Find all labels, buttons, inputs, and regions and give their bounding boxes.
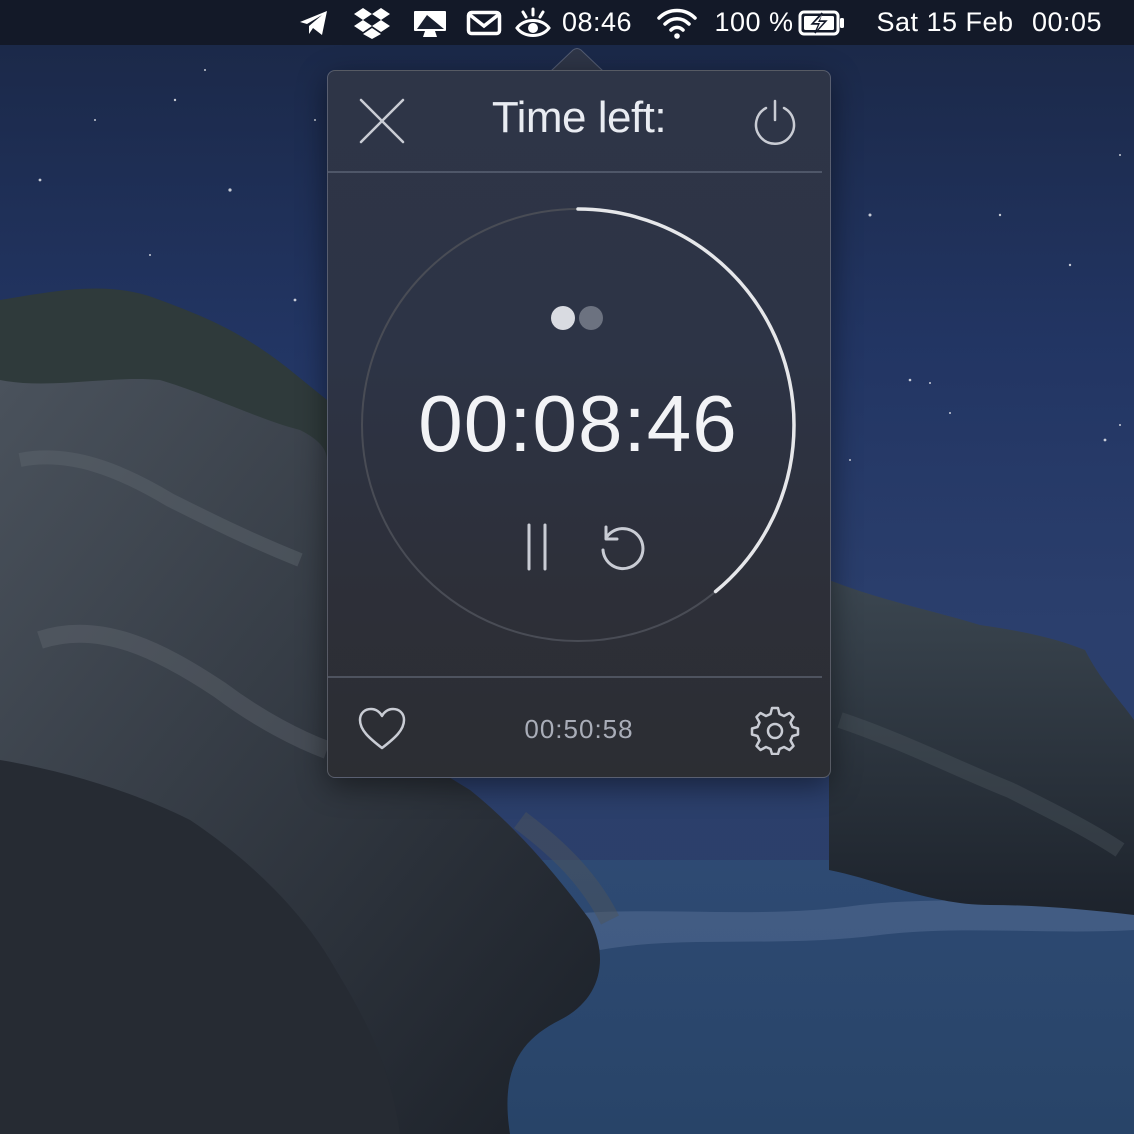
reset-icon [601, 525, 645, 571]
close-icon [359, 98, 405, 144]
mail-icon[interactable] [462, 0, 506, 45]
battery-charging-icon[interactable] [796, 0, 848, 45]
popover-header: Time left: [328, 71, 830, 171]
timer-popover: Time left: 00:08:46 00:50:58 [327, 70, 831, 778]
wifi-icon[interactable] [652, 0, 702, 45]
menubar-timer-readout[interactable]: 08:46 [556, 0, 638, 45]
dropbox-icon[interactable] [350, 0, 394, 45]
menu-bar: 08:46 100 % Sat 15 Feb 00:05 [0, 0, 1134, 45]
battery-percent: 100 % [714, 7, 794, 37]
countdown-display: 00:08:46 [418, 379, 738, 468]
eye-icon[interactable] [512, 0, 554, 45]
menubar-date[interactable]: Sat 15 Feb [870, 0, 1020, 45]
session-dot-inactive [579, 306, 603, 330]
telegram-icon[interactable] [294, 0, 334, 45]
settings-button[interactable] [746, 701, 804, 759]
favorite-button[interactable] [354, 701, 410, 757]
session-indicator [550, 305, 610, 333]
gear-icon [750, 706, 800, 755]
reset-button[interactable] [590, 517, 652, 579]
pause-button[interactable] [506, 517, 566, 577]
power-icon [754, 99, 796, 145]
desktop: 08:46 100 % Sat 15 Feb 00:05 Time left: … [0, 0, 1134, 1134]
pause-icon [527, 523, 547, 571]
close-button[interactable] [354, 93, 410, 149]
footer-divider [328, 676, 822, 678]
menubar-clock[interactable]: 00:05 [1022, 0, 1112, 45]
timer-area: 00:08:46 [328, 173, 830, 677]
session-dot-active [551, 306, 575, 330]
popover-arrow [551, 48, 603, 72]
heart-icon [358, 707, 406, 750]
power-button[interactable] [746, 93, 804, 151]
popover-title: Time left: [491, 93, 667, 142]
total-time: 00:50:58 [524, 714, 634, 744]
display-icon[interactable] [408, 0, 452, 45]
